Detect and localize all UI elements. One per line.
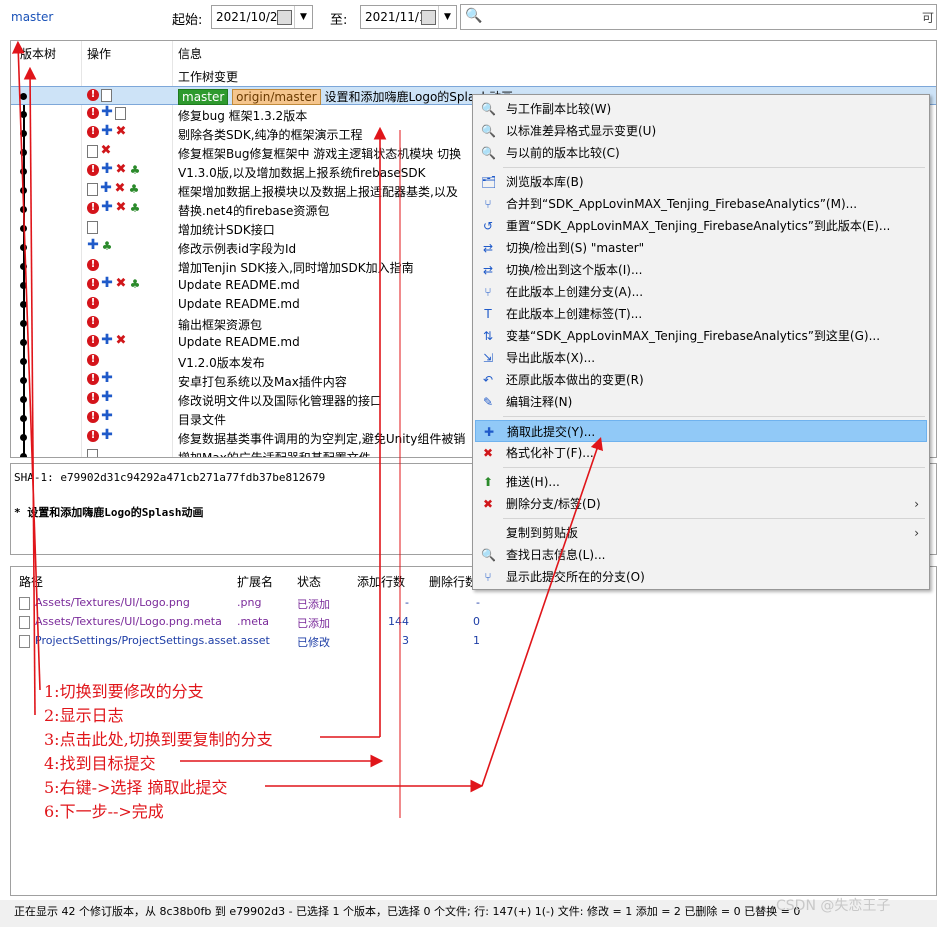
annotation-arrows	[11, 40, 603, 818]
arrow-5-up	[481, 436, 603, 787]
arrow-1	[11, 40, 41, 691]
arrow-2	[23, 66, 37, 716]
